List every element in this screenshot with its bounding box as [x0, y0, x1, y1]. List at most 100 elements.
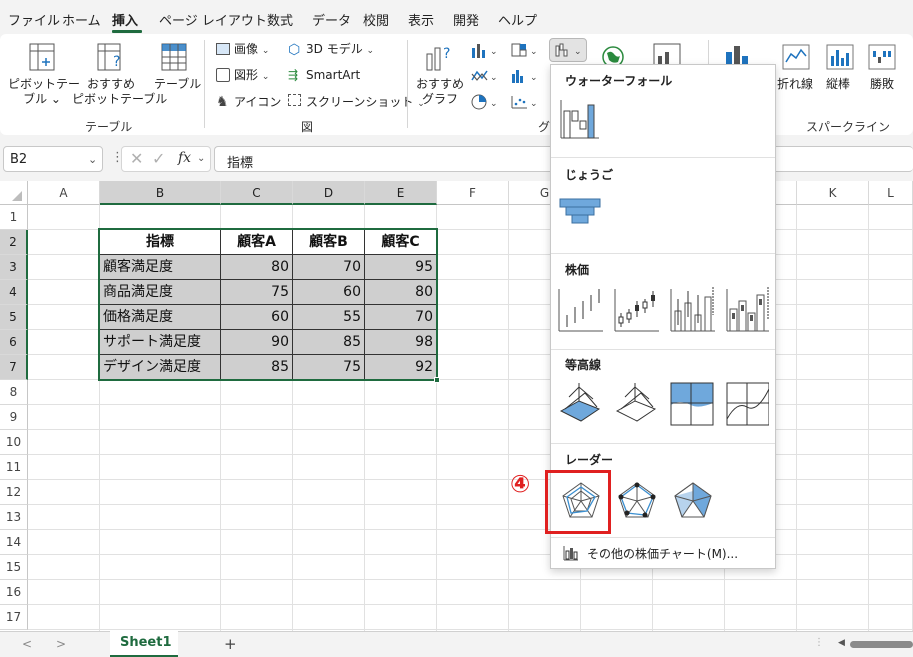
- more-stock-charts-link[interactable]: その他の株価チャート(M)...: [587, 545, 738, 562]
- pivot-table-label[interactable]: ピボットテー ブル ⌄: [8, 77, 80, 107]
- menu-insert[interactable]: 挿入: [112, 10, 138, 29]
- row-header-14[interactable]: 14: [0, 530, 28, 555]
- metric-label-cell[interactable]: デザイン満足度: [100, 355, 221, 380]
- row-header-6[interactable]: 6: [0, 330, 28, 355]
- sparkline-line-icon[interactable]: [782, 44, 810, 70]
- next-sheet-icon[interactable]: >: [56, 637, 66, 651]
- header-cell-customer[interactable]: 顧客C: [365, 230, 437, 255]
- prev-sheet-icon[interactable]: <: [22, 637, 32, 651]
- recommended-chart-label[interactable]: おすすめ グラフ: [414, 77, 466, 107]
- filled-radar-option[interactable]: [674, 482, 712, 518]
- image-button[interactable]: 画像 ⌄: [234, 42, 269, 59]
- sparkline-line-label[interactable]: 折れ線: [777, 77, 813, 92]
- row-header-13[interactable]: 13: [0, 505, 28, 530]
- score-cell[interactable]: 98: [365, 330, 437, 355]
- waterfall-stock-chart-button[interactable]: ⌄: [549, 38, 587, 62]
- recommended-pivot-icon[interactable]: ?: [96, 42, 126, 72]
- row-header-5[interactable]: 5: [0, 305, 28, 330]
- chevron-down-icon[interactable]: ⌄: [197, 153, 205, 164]
- stock-hlc-option[interactable]: [558, 289, 603, 332]
- score-cell[interactable]: 70: [293, 255, 365, 280]
- header-cell-metric[interactable]: 指標: [100, 230, 221, 255]
- score-cell[interactable]: 92: [365, 355, 437, 380]
- sparkline-column-icon[interactable]: [826, 44, 854, 70]
- row-header-7[interactable]: 7: [0, 355, 28, 380]
- menu-help[interactable]: ヘルプ: [498, 10, 537, 29]
- add-sheet-button[interactable]: +: [224, 635, 237, 653]
- radar-option[interactable]: [562, 482, 600, 518]
- surface-3d-option[interactable]: [559, 383, 601, 422]
- menu-page-layout[interactable]: ページ レイアウト: [159, 10, 267, 29]
- column-header-l[interactable]: L: [869, 181, 913, 205]
- sparkline-winloss-icon[interactable]: [868, 44, 896, 70]
- metric-label-cell[interactable]: 価格満足度: [100, 305, 221, 330]
- metric-label-cell[interactable]: 商品満足度: [100, 280, 221, 305]
- contour-option[interactable]: [670, 382, 714, 426]
- score-cell[interactable]: 95: [365, 255, 437, 280]
- header-cell-customer[interactable]: 顧客B: [293, 230, 365, 255]
- waterfall-chart-option[interactable]: [558, 97, 602, 141]
- row-header-4[interactable]: 4: [0, 280, 28, 305]
- model3d-button[interactable]: 3D モデル ⌄: [306, 42, 374, 59]
- score-cell[interactable]: 70: [365, 305, 437, 330]
- row-header-12[interactable]: 12: [0, 480, 28, 505]
- row-header-15[interactable]: 15: [0, 555, 28, 580]
- insert-function-button[interactable]: fx: [178, 150, 191, 166]
- scatter-chart-icon[interactable]: ⌄: [510, 94, 540, 110]
- sheet-tab-sheet1[interactable]: Sheet1: [110, 631, 178, 657]
- sparkline-column-label[interactable]: 縦棒: [826, 77, 850, 92]
- row-header-3[interactable]: 3: [0, 255, 28, 280]
- select-all-corner[interactable]: [0, 181, 28, 205]
- pie-chart-icon[interactable]: ⌄: [470, 94, 500, 110]
- column-header-f[interactable]: F: [437, 181, 509, 205]
- horizontal-scrollbar[interactable]: [850, 641, 913, 648]
- metric-label-cell[interactable]: サポート満足度: [100, 330, 221, 355]
- statistic-chart-icon[interactable]: ⌄: [510, 68, 540, 84]
- column-chart-icon[interactable]: ⌄: [470, 42, 500, 58]
- score-cell[interactable]: 75: [293, 355, 365, 380]
- score-cell[interactable]: 80: [221, 255, 293, 280]
- enter-icon[interactable]: ✓: [152, 149, 165, 168]
- score-cell[interactable]: 60: [293, 280, 365, 305]
- hierarchy-chart-icon[interactable]: ⌄: [510, 42, 540, 58]
- table-icon[interactable]: [160, 42, 188, 72]
- stock-vohlc-option[interactable]: [726, 287, 769, 332]
- name-box[interactable]: B2 ⌄: [3, 146, 103, 172]
- score-cell[interactable]: 80: [365, 280, 437, 305]
- row-header-9[interactable]: 9: [0, 405, 28, 430]
- metric-label-cell[interactable]: 顧客満足度: [100, 255, 221, 280]
- row-header-10[interactable]: 10: [0, 430, 28, 455]
- menu-developer[interactable]: 開発: [453, 10, 479, 29]
- scroll-left-icon[interactable]: ◀: [838, 638, 845, 648]
- row-header-2[interactable]: 2: [0, 230, 28, 255]
- contour-wireframe-option[interactable]: [726, 382, 769, 426]
- line-chart-icon[interactable]: ⌄: [470, 68, 500, 84]
- score-cell[interactable]: 90: [221, 330, 293, 355]
- column-header-k[interactable]: K: [797, 181, 869, 205]
- smartart-button[interactable]: SmartArt: [306, 68, 360, 83]
- chevron-down-icon[interactable]: ⌄: [88, 153, 97, 166]
- radar-markers-option[interactable]: [618, 482, 656, 518]
- pivot-table-icon[interactable]: [28, 42, 56, 72]
- row-header-16[interactable]: 16: [0, 580, 28, 605]
- fill-handle[interactable]: [434, 377, 440, 383]
- menu-view[interactable]: 表示: [408, 10, 434, 29]
- table-label[interactable]: テーブル: [154, 77, 201, 92]
- row-header-11[interactable]: 11: [0, 455, 28, 480]
- score-cell[interactable]: 55: [293, 305, 365, 330]
- column-header-a[interactable]: A: [28, 181, 100, 205]
- spreadsheet-grid[interactable]: ABCDEFGHIJKL 1234567891011121314151617 指…: [0, 181, 913, 631]
- menu-file[interactable]: ファイル: [8, 10, 60, 29]
- recommended-chart-icon[interactable]: ?: [424, 42, 456, 72]
- shape-button[interactable]: 図形 ⌄: [234, 68, 269, 85]
- menu-formulas[interactable]: 数式: [267, 10, 293, 29]
- row-header-17[interactable]: 17: [0, 605, 28, 630]
- column-header-c[interactable]: C: [221, 181, 293, 205]
- column-header-b[interactable]: B: [100, 181, 221, 205]
- score-cell[interactable]: 75: [221, 280, 293, 305]
- column-header-d[interactable]: D: [293, 181, 365, 205]
- funnel-chart-option[interactable]: [558, 191, 602, 235]
- stock-ohlc-option[interactable]: [614, 289, 659, 332]
- sparkline-winloss-label[interactable]: 勝敗: [870, 77, 894, 92]
- cancel-icon[interactable]: ✕: [130, 149, 143, 168]
